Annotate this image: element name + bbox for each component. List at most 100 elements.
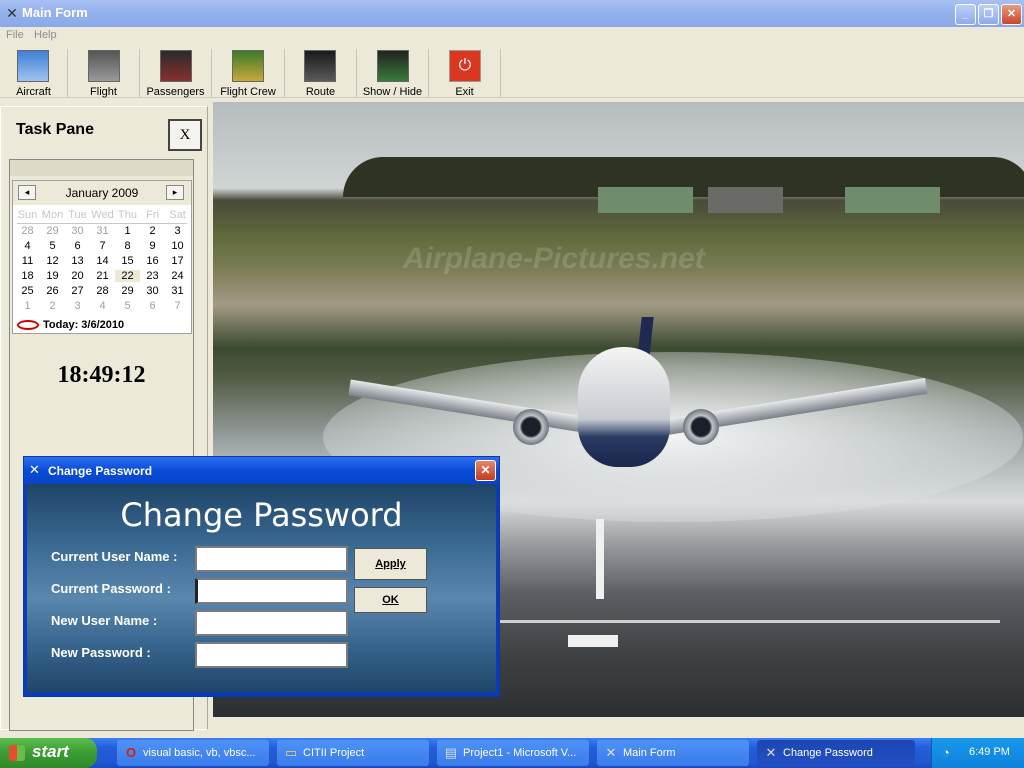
calendar-day[interactable]: 5 — [40, 240, 65, 252]
task-pane-close-button[interactable]: X — [168, 119, 202, 151]
taskbar: start O visual basic, vb, vbsc... ▭ CITI… — [0, 738, 1024, 768]
calendar-day[interactable]: 31 — [90, 225, 115, 237]
close-window-button[interactable]: ✕ — [1001, 4, 1022, 25]
left-wing — [348, 379, 598, 435]
calendar-today[interactable]: Today: 3/6/2010 — [17, 319, 124, 331]
menu-bar: File Help — [0, 27, 1024, 46]
current-password-input[interactable] — [195, 578, 348, 604]
barn — [845, 187, 940, 213]
calendar-day[interactable]: 8 — [115, 240, 140, 252]
calendar-day[interactable]: 6 — [140, 300, 165, 312]
start-button[interactable]: start — [0, 738, 97, 768]
toolbar-route-button[interactable]: Route — [285, 49, 357, 98]
toolbar-flight-crew-button[interactable]: Flight Crew — [212, 49, 285, 98]
taskbar-change-password-button[interactable]: ✕ Change Password — [757, 740, 915, 766]
apply-button[interactable]: Apply — [354, 548, 427, 580]
calendar-week: 11 12 13 14 15 16 17 — [15, 255, 190, 267]
calendar-day[interactable]: 29 — [115, 285, 140, 297]
calendar-day[interactable]: 1 — [115, 225, 140, 237]
calendar-day[interactable]: 4 — [90, 300, 115, 312]
calendar-day[interactable]: 2 — [40, 300, 65, 312]
minimize-button[interactable]: _ — [955, 4, 976, 25]
task-pane-title: Task Pane — [16, 121, 94, 138]
tray-app-icon[interactable]: ◔ — [942, 745, 950, 760]
calendar-day[interactable]: 28 — [90, 285, 115, 297]
calendar-week: 25 26 27 28 29 30 31 — [15, 285, 190, 297]
calendar-day[interactable]: 13 — [65, 255, 90, 267]
calendar-day[interactable]: 21 — [90, 270, 115, 282]
calendar-day[interactable]: 31 — [165, 285, 190, 297]
aircraft-icon — [17, 50, 49, 82]
maximize-button[interactable]: ❐ — [978, 4, 999, 25]
calendar-weekdays: Sun Mon Tue Wed Thu Fri Sat — [15, 209, 190, 221]
menu-file[interactable]: File — [6, 29, 24, 41]
calendar-day[interactable]: 6 — [65, 240, 90, 252]
route-icon — [304, 50, 336, 82]
calendar-day[interactable]: 15 — [115, 255, 140, 267]
toolbar-show-hide-button[interactable]: Show / Hide — [357, 49, 429, 98]
calendar-day[interactable]: 5 — [115, 300, 140, 312]
dialog-titlebar[interactable]: ✕ Change Password ✕ — [24, 457, 499, 484]
taskbar-button-label: Change Password — [783, 747, 873, 759]
calendar-today-label: Today: 3/6/2010 — [43, 319, 125, 331]
calendar-month-label[interactable]: January 2009 — [13, 186, 191, 200]
calendar-day[interactable]: 29 — [40, 225, 65, 237]
calendar-day[interactable]: 30 — [140, 285, 165, 297]
calendar-day[interactable]: 26 — [40, 285, 65, 297]
toolbar: Aircraft Flight Passengers Flight Crew R… — [0, 46, 1024, 98]
calendar-day[interactable]: 9 — [140, 240, 165, 252]
left-engine — [513, 409, 549, 445]
toolbar-flight-button[interactable]: Flight — [68, 49, 140, 98]
calendar-day[interactable]: 27 — [65, 285, 90, 297]
toolbar-exit-button[interactable]: ⏻ Exit — [429, 49, 501, 98]
calendar-day[interactable]: 20 — [65, 270, 90, 282]
calendar-next-button[interactable]: ▸ — [166, 185, 184, 200]
flight-icon — [88, 50, 120, 82]
calendar-day[interactable]: 2 — [140, 225, 165, 237]
calendar-day[interactable]: 1 — [15, 300, 40, 312]
opera-icon: O — [125, 745, 137, 760]
calendar-day[interactable]: 7 — [165, 300, 190, 312]
new-user-name-input[interactable] — [195, 610, 348, 636]
menu-help[interactable]: Help — [34, 29, 57, 41]
calendar-day[interactable]: 10 — [165, 240, 190, 252]
calendar-day[interactable]: 23 — [140, 270, 165, 282]
main-window-titlebar[interactable]: ✕ Main Form _ ❐ ✕ — [0, 0, 1024, 27]
calendar-day[interactable]: 3 — [165, 225, 190, 237]
new-password-input[interactable] — [195, 642, 348, 668]
current-user-name-input[interactable] — [195, 546, 348, 572]
taskbar-folder-button[interactable]: ▭ CITII Project — [277, 740, 429, 766]
calendar-day[interactable]: 11 — [15, 255, 40, 267]
taskbar-main-form-button[interactable]: ✕ Main Form — [597, 740, 749, 766]
calendar-day[interactable]: 30 — [65, 225, 90, 237]
month-calendar[interactable]: ◂ January 2009 ▸ Sun Mon Tue Wed Thu Fri Sat 2… — [12, 180, 192, 334]
calendar-day[interactable]: 16 — [140, 255, 165, 267]
toolbar-passengers-button[interactable]: Passengers — [140, 49, 212, 98]
taskbar-button-label: CITII Project — [303, 747, 365, 759]
calendar-divider — [17, 223, 187, 224]
taskbar-clock[interactable]: 6:49 PM — [969, 746, 1010, 758]
calendar-day[interactable]: 4 — [15, 240, 40, 252]
runway-centerline — [596, 519, 604, 599]
calendar-day[interactable]: 14 — [90, 255, 115, 267]
dialog-close-button[interactable]: ✕ — [475, 460, 496, 481]
calendar-day[interactable]: 3 — [65, 300, 90, 312]
ok-button[interactable]: OK — [354, 587, 427, 613]
calendar-day[interactable]: 7 — [90, 240, 115, 252]
calendar-day[interactable]: 18 — [15, 270, 40, 282]
window-title: Main Form — [22, 5, 88, 20]
calendar-day[interactable]: 17 — [165, 255, 190, 267]
calendar-day-selected[interactable]: 22 — [115, 270, 140, 282]
folder-icon: ▭ — [284, 745, 298, 760]
calendar-day[interactable]: 28 — [15, 225, 40, 237]
calendar-day[interactable]: 12 — [40, 255, 65, 267]
taskbar-browser-button[interactable]: O visual basic, vb, vbsc... — [117, 740, 269, 766]
calendar-day[interactable]: 24 — [165, 270, 190, 282]
today-circle-icon — [17, 320, 39, 331]
taskbar-vb-ide-button[interactable]: ▤ Project1 - Microsoft V... — [437, 740, 589, 766]
calendar-day[interactable]: 19 — [40, 270, 65, 282]
runway-edge-line — [500, 620, 1000, 623]
current-user-name-label: Current User Name : — [51, 549, 178, 564]
toolbar-aircraft-button[interactable]: Aircraft — [0, 49, 68, 98]
calendar-day[interactable]: 25 — [15, 285, 40, 297]
